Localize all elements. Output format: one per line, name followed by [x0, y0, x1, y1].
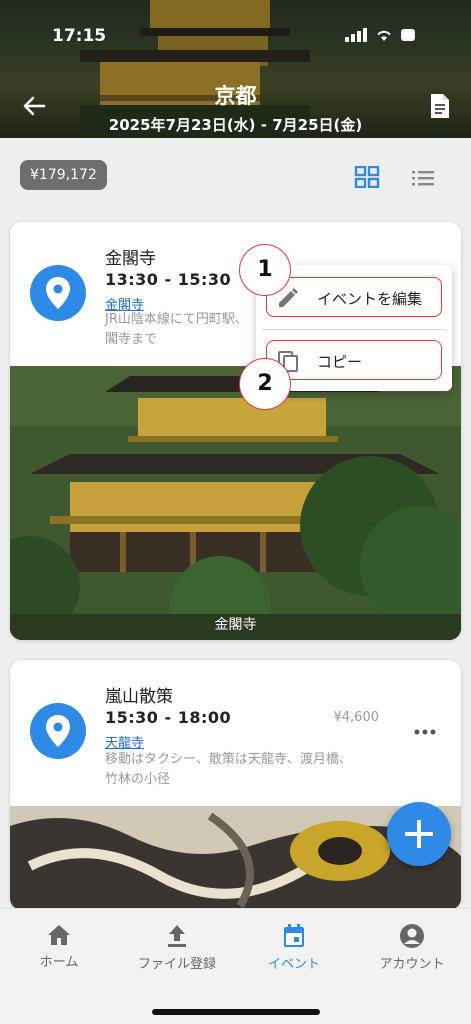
photo-caption: 金閣寺 — [214, 617, 257, 633]
toolbar: ¥179,172 — [0, 138, 471, 214]
event-note: 移動はタクシー、散策は天龍寺、渡月橋、竹林の小径 — [105, 752, 352, 787]
page-title: 京都 — [214, 84, 257, 108]
wifi-icon — [377, 30, 391, 41]
nav-home[interactable]: ホーム — [4, 923, 114, 970]
menu-divider — [262, 329, 446, 330]
copy-menu-item[interactable]: コピー — [266, 340, 442, 380]
copy-label: コピー — [317, 353, 363, 371]
home-icon — [48, 925, 70, 945]
edit-event-label: イベントを編集 — [317, 290, 423, 308]
add-event-button[interactable] — [387, 802, 451, 866]
callout-badge: 2 — [239, 358, 291, 410]
calendar-icon — [284, 924, 304, 947]
location-pin-icon — [30, 703, 86, 759]
bottom-navigation: ホーム ファイル登録 イベント アカウント — [0, 908, 471, 1024]
nav-events-label: イベント — [267, 957, 320, 972]
plus-icon — [405, 820, 433, 848]
grid-view-icon[interactable] — [354, 166, 380, 188]
list-view-icon[interactable] — [410, 168, 436, 188]
document-icon[interactable] — [427, 92, 453, 120]
nav-account[interactable]: アカウント — [357, 923, 467, 972]
status-icons — [345, 28, 417, 42]
nav-file-upload[interactable]: ファイル登録 — [122, 923, 232, 972]
callout-badge: 1 — [239, 244, 291, 296]
nav-file-upload-label: ファイル登録 — [137, 957, 216, 972]
event-price: ¥4,600 — [333, 710, 380, 725]
event-name: 金閣寺 — [105, 249, 156, 269]
trip-dates: 2025年7月23日(水) - 7月25日(金) — [108, 116, 363, 134]
event-place-link[interactable]: 天龍寺 — [105, 732, 144, 751]
location-pin-icon — [30, 265, 86, 321]
temple-illustration — [10, 366, 461, 640]
event-time: 13:30 - 15:30 — [105, 270, 232, 289]
status-time: 17:15 — [52, 26, 107, 46]
header: 17:15 京都 2025年7月23日(水) - 7月25日(金) — [0, 0, 471, 138]
event-name: 嵐山散策 — [105, 687, 173, 707]
more-options-icon[interactable] — [413, 728, 437, 736]
edit-event-menu-item[interactable]: イベントを編集 — [266, 277, 442, 317]
signal-icon — [345, 28, 367, 42]
account-icon — [400, 924, 424, 948]
event-card[interactable]: 嵐山散策 15:30 - 18:00 ¥4,600 天龍寺 移動はタクシー、散策… — [10, 660, 461, 910]
home-indicator — [152, 1009, 320, 1015]
event-time: 15:30 - 18:00 — [105, 708, 232, 727]
nav-home-label: ホーム — [39, 955, 79, 970]
upload-icon — [168, 925, 186, 947]
budget-badge: ¥179,172 — [20, 160, 107, 190]
event-photo: 金閣寺 — [10, 366, 461, 640]
nav-events[interactable]: イベント — [239, 923, 349, 972]
nav-account-label: アカウント — [379, 957, 445, 972]
battery-icon — [401, 29, 415, 41]
